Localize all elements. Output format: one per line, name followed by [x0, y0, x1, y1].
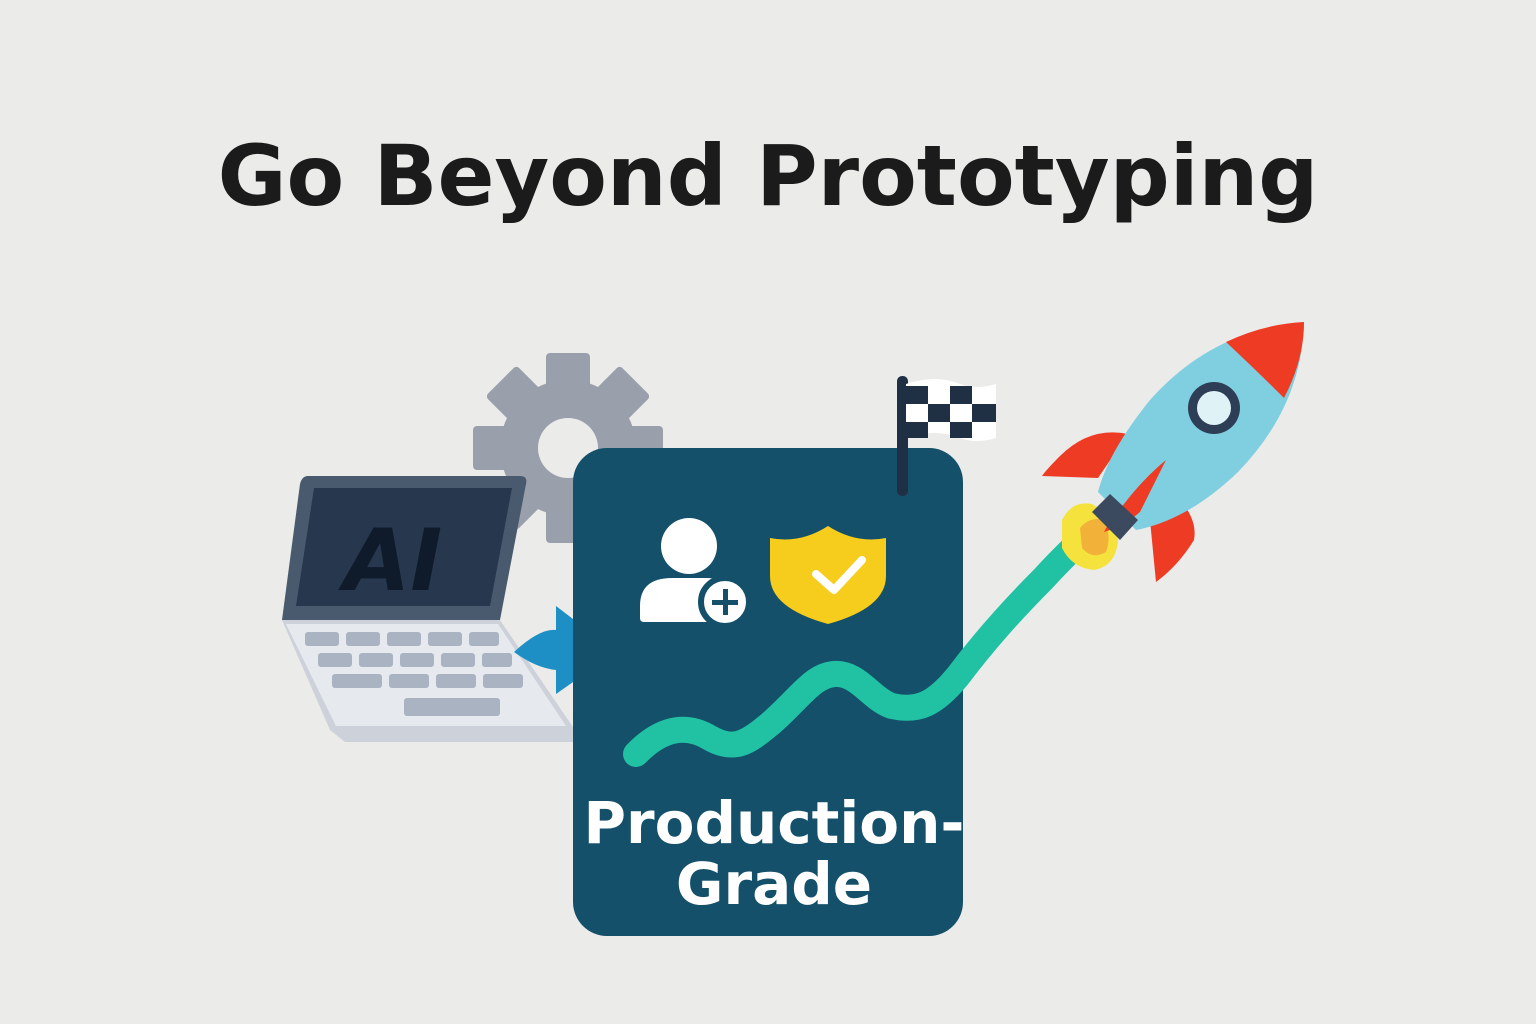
- illustration-canvas: Go Beyond Prototyping AI Production- Gra…: [0, 0, 1536, 1024]
- laptop-screen-text: AI: [338, 511, 443, 611]
- production-grade-card: Production- Grade: [573, 448, 964, 936]
- illustration: AI Production- Grade: [282, 322, 1304, 936]
- card-label-line1: Production-: [584, 789, 965, 857]
- card-label-line2: Grade: [676, 850, 872, 918]
- rocket-icon: [1042, 322, 1304, 582]
